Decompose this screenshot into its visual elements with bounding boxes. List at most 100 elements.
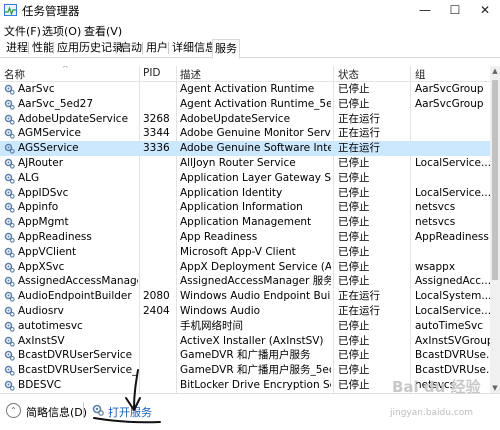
cell-name: BcastDVRUserService — [18, 349, 133, 362]
cell-name: AGSService — [18, 142, 79, 155]
cell-pid — [143, 186, 175, 201]
cell-group: AarSvcGroup — [415, 97, 484, 110]
cell-desc: Agent Activation Runtime — [180, 83, 315, 95]
cell-desc: Windows Audio — [180, 305, 261, 317]
column-header-group[interactable]: 组 — [415, 67, 426, 82]
table-row[interactable]: AudioEndpointBuilder 2080 Windows Audio En… — [0, 289, 490, 304]
cell-pid — [143, 260, 175, 275]
column-header-description[interactable]: 描述 — [180, 67, 201, 82]
cell-desc: 手机网络时间 — [180, 319, 243, 332]
menu-view[interactable]: 查看(V) — [84, 23, 122, 39]
cell-group — [415, 141, 490, 156]
tab-app-history[interactable]: 应用历史记录 — [55, 40, 125, 56]
minimize-button[interactable]: — — [410, 0, 440, 20]
table-row[interactable]: AdobeUpdateService 3268 AdobeUpdateService… — [0, 112, 490, 127]
cell-desc: Application Management — [180, 216, 312, 229]
menu-file[interactable]: 文件(F) — [4, 23, 41, 39]
cell-pid — [143, 97, 175, 112]
cell-name: AssignedAccessManager... — [18, 275, 138, 288]
service-gear-icon — [4, 351, 15, 362]
cell-status: 正在运行 — [338, 142, 380, 155]
services-table: ^ 名称 PID 描述 状态 组 AarSvc Agent Activation … — [0, 66, 490, 393]
table-row[interactable]: ALG Application Layer Gateway Serv... 已停止 — [0, 171, 490, 186]
table-row[interactable]: AppMgmt Application Management 已停止 netsvcs — [0, 215, 490, 230]
table-row[interactable]: AppVClient Microsoft App-V Client 已停止 — [0, 245, 490, 260]
cell-pid: 3268 — [143, 112, 170, 125]
close-button[interactable]: ✕ — [470, 0, 500, 20]
service-gear-icon — [4, 84, 15, 95]
service-gear-icon — [4, 114, 15, 125]
cell-group: autoTimeSvc — [415, 319, 483, 332]
table-row[interactable]: AGMService 3344 Adobe Genuine Monitor Serv… — [0, 126, 490, 141]
cell-name: AppVClient — [18, 245, 77, 258]
table-row[interactable]: AGSService 3336 Adobe Genuine Software Int… — [0, 141, 490, 156]
cell-status: 已停止 — [338, 201, 370, 214]
column-header-pid[interactable]: PID — [143, 67, 161, 79]
cell-group: wsappx — [415, 260, 456, 273]
table-row[interactable]: AarSvc Agent Activation Runtime 已停止 AarSvcG… — [0, 82, 490, 97]
cell-name: Appinfo — [18, 201, 59, 214]
table-row[interactable]: AppReadiness App Readiness 已停止 AppReadiness — [0, 230, 490, 245]
service-gear-icon — [4, 99, 15, 110]
cell-pid — [143, 230, 175, 245]
cell-name: Audiosrv — [18, 305, 64, 317]
window-title: 任务管理器 — [22, 4, 80, 18]
cell-desc: AdobeUpdateService — [180, 112, 291, 125]
table-row[interactable]: AppXSvc AppX Deployment Service (Ap... 已停止… — [0, 260, 490, 275]
menu-options[interactable]: 选项(O) — [42, 23, 81, 39]
service-gear-icon — [4, 336, 15, 347]
cell-pid — [143, 334, 175, 349]
cell-status: 正在运行 — [338, 290, 380, 303]
cell-group: LocalService... — [415, 157, 490, 169]
cell-group — [415, 245, 490, 260]
table-row[interactable]: AssignedAccessManager... AssignedAccessMa… — [0, 274, 490, 289]
cell-pid — [143, 274, 175, 289]
cell-group — [415, 112, 490, 127]
tab-startup[interactable]: 启动 — [118, 40, 144, 56]
tab-users[interactable]: 用户 — [144, 40, 170, 56]
column-header-name[interactable]: 名称 — [4, 67, 25, 82]
cell-status: 正在运行 — [338, 305, 380, 317]
cell-status: 已停止 — [338, 334, 370, 347]
cell-desc: Windows Audio Endpoint Builder — [180, 290, 331, 303]
table-row[interactable]: Audiosrv 2404 Windows Audio 正在运行 LocalServic… — [0, 304, 490, 319]
cell-status: 已停止 — [338, 349, 370, 362]
table-row[interactable]: AppIDSvc Application Identity 已停止 LocalServ… — [0, 186, 490, 201]
cell-name: AarSvc_5ed27 — [18, 97, 94, 110]
scroll-thumb[interactable] — [492, 80, 498, 280]
cell-name: AppXSvc — [18, 260, 65, 273]
service-gear-icon — [4, 129, 15, 140]
table-row[interactable]: AJRouter AllJoyn Router Service 已停止 LocalSe… — [0, 156, 490, 171]
hand-drawn-arrow-annotation — [93, 369, 161, 424]
cell-status: 已停止 — [338, 245, 370, 258]
cell-pid — [143, 200, 175, 215]
collapse-icon[interactable]: ⌃ — [6, 403, 21, 418]
fewer-details-button[interactable]: 简略信息(D) — [26, 404, 87, 420]
table-row[interactable]: Appinfo Application Information 已停止 netsvcs — [0, 200, 490, 215]
tab-processes[interactable]: 进程 — [4, 40, 30, 56]
scroll-up-icon[interactable]: ▲ — [490, 66, 500, 76]
service-gear-icon — [4, 262, 15, 273]
cell-desc: Adobe Genuine Software Integ... — [180, 142, 331, 155]
cell-name: autotimesvc — [18, 319, 83, 332]
cell-status: 已停止 — [338, 216, 370, 229]
cell-desc: App Readiness — [180, 231, 258, 243]
tab-details[interactable]: 详细信息 — [170, 40, 218, 56]
table-row[interactable]: BcastDVRUserService GameDVR 和广播用户服务 已停止 Bca… — [0, 348, 490, 363]
maximize-button[interactable]: ☐ — [440, 0, 470, 20]
column-header-status[interactable]: 状态 — [338, 67, 359, 82]
cell-desc: Application Identity — [180, 186, 283, 199]
cell-group: AppReadiness — [415, 231, 489, 243]
cell-desc: Agent Activation Runtime_5ed27 — [180, 97, 331, 110]
table-header: ^ 名称 PID 描述 状态 组 — [0, 66, 490, 82]
table-row[interactable]: AarSvc_5ed27 Agent Activation Runtime_5ed… — [0, 97, 490, 112]
cell-desc: BitLocker Drive Encryption Serv... — [180, 379, 331, 391]
cell-name: AppMgmt — [18, 216, 69, 229]
cell-pid: 2080 — [143, 290, 170, 303]
vertical-scrollbar[interactable]: ▲ ▼ — [490, 66, 500, 393]
table-row[interactable]: autotimesvc 手机网络时间 已停止 autoTimeSvc — [0, 319, 490, 334]
tab-strip: 进程 性能 应用历史记录 启动 用户 详细信息 服务 — [0, 39, 500, 59]
tab-services[interactable]: 服务 — [212, 39, 240, 59]
table-row[interactable]: AxInstSV ActiveX Installer (AxInstSV) 已停止 A… — [0, 334, 490, 349]
cell-group: LocalSystem... — [415, 290, 490, 303]
